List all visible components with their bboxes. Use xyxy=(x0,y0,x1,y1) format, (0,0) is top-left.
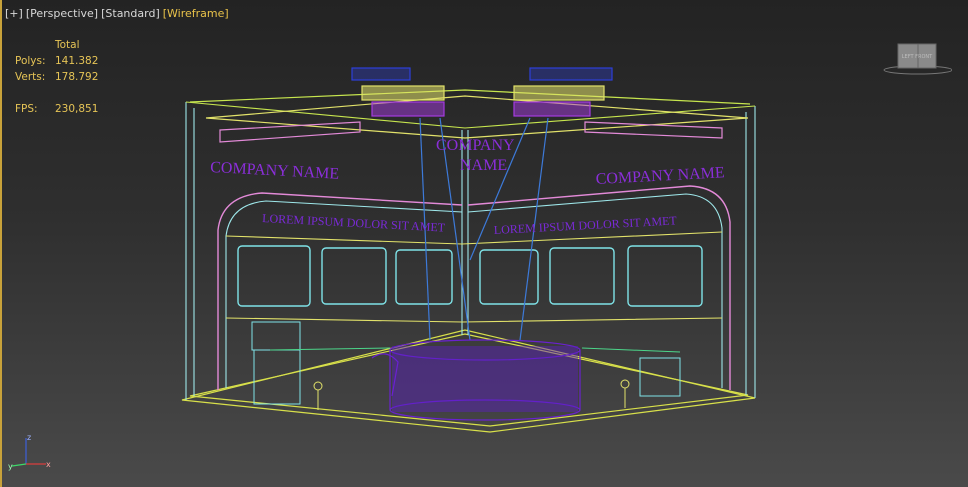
gizmo-y-label: y xyxy=(8,462,13,471)
lorem-left-text: LOREM IPSUM DOLOR SIT AMET xyxy=(262,211,446,235)
company-name-right-text: COMPANY NAME xyxy=(595,164,725,188)
lorem-right-text: LOREM IPSUM DOLOR SIT AMET xyxy=(493,213,677,237)
viewcube[interactable]: LEFT FRONT xyxy=(882,38,952,78)
wireframe-scene[interactable]: COMPANY NAME COMPANY NAME COMPANY NAME L… xyxy=(0,0,968,487)
axis-gizmo: z x y xyxy=(8,433,51,471)
company-name-left-text: COMPANY NAME xyxy=(210,159,340,183)
viewcube-label: LEFT FRONT xyxy=(902,54,933,60)
wall-screens xyxy=(237,245,703,307)
gizmo-x-label: x xyxy=(46,460,51,469)
company-center-text-line2: NAME xyxy=(460,157,507,174)
reception-desk xyxy=(371,339,581,421)
gizmo-z-label: z xyxy=(27,433,31,442)
company-center-text-line1: COMPANY xyxy=(436,137,515,154)
ceiling-structure xyxy=(189,67,751,341)
